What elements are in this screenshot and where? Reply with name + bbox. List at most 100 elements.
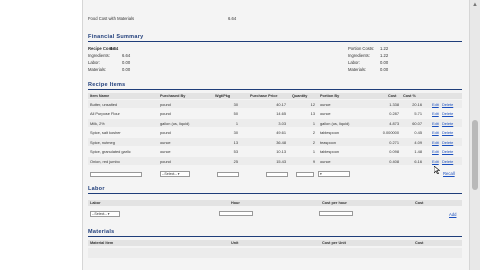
portion-costs-value: 1.22 [380, 46, 389, 51]
recipe-item-purchased-by: pound [160, 111, 171, 116]
scrollbar-thumb[interactable] [472, 120, 478, 190]
recipe-item-row: Milk, 2% gallon (us, liquid) 1 3.03 1 gallon … [88, 119, 462, 127]
recipe-item-cost: 0.408 [389, 158, 399, 164]
materials-value: 0.00 [122, 67, 131, 72]
recipe-item-cost: 4.873 [389, 120, 399, 126]
delete-link[interactable]: Delete [442, 102, 453, 107]
recipe-item-cost-pct: 5.71 [414, 111, 422, 116]
delete-link[interactable]: Delete [442, 121, 453, 126]
recipe-item-cost: 0.287 [389, 111, 399, 116]
recipe-item-quantity: 12 [310, 101, 315, 107]
edit-link[interactable]: Edit [432, 140, 439, 145]
recipe-item-quantity: 2 [312, 139, 315, 145]
col-portion-by: Portion By [320, 94, 340, 98]
delete-link[interactable]: Delete [442, 159, 453, 164]
recipe-item-cost-pct: 20.16 [412, 101, 422, 107]
recipe-item-item-name: Spice, granulated garlic [90, 149, 131, 154]
labor-header [88, 200, 462, 206]
recipe-item-purchase-price: 15.43 [276, 158, 286, 164]
labor-cost-per-hour-input[interactable] [319, 211, 353, 216]
materials-divider [88, 236, 462, 237]
recipe-items-divider [88, 89, 462, 90]
recipe-item-purchased-by: ounce [160, 139, 171, 145]
col-cost-pct: Cost % [403, 94, 416, 98]
food-cost-value: 6.64 [228, 16, 237, 21]
new-item-name-input[interactable] [90, 172, 142, 177]
recipe-item-portion-by: ounce [320, 158, 331, 164]
new-wgt-input[interactable] [217, 172, 239, 177]
materials-label: Materials: [88, 67, 107, 72]
labor-add-link[interactable]: Add [449, 212, 456, 217]
vertical-scrollbar[interactable]: ▲ [470, 0, 480, 270]
recipe-item-cost: 0.000000 [382, 130, 399, 135]
recipe-item-purchase-price: 36.48 [276, 139, 286, 145]
edit-link[interactable]: Edit [432, 111, 439, 116]
delete-link[interactable]: Delete [442, 140, 453, 145]
ingredients-label: Ingredients: [88, 53, 110, 58]
recipe-item-cost-pct: 1.48 [414, 149, 422, 154]
recall-link[interactable]: Recall [443, 171, 455, 176]
recipe-item-wgt-pkg: 30 [233, 101, 238, 107]
recipe-items-title: Recipe Items [88, 82, 126, 88]
recipe-item-row: Spice, nutmeg ounce 13 36.48 2 teaspoon 0.271 4… [88, 138, 462, 146]
recipe-item-wgt-pkg: 25 [233, 158, 238, 164]
recipe-item-row: Onion, red jumbo pound 25 15.43 9 ounce 0.408 6… [88, 157, 462, 165]
delete-link[interactable]: Delete [442, 149, 453, 154]
recipe-item-portion-by: tablespoon [320, 130, 340, 135]
recipe-item-quantity: 1 [312, 149, 315, 154]
recipe-item-row: Spice, granulated garlic ounce 53 10.13 1 tab… [88, 148, 462, 156]
edit-link[interactable]: Edit [432, 159, 439, 164]
food-cost-label: Food Cost with Materials [88, 16, 135, 21]
col-cost: Cost [388, 94, 397, 98]
recipe-item-item-name: Spice, nutmeg [90, 139, 115, 145]
materials-col-item: Material Item [90, 241, 114, 245]
new-purchased-by-value: --Select-- [162, 172, 177, 176]
edit-link[interactable]: Edit [432, 121, 439, 126]
col-purchase-price: Purchase Price [250, 94, 278, 98]
recipe-item-purchased-by: gallon (us, liquid) [160, 120, 190, 126]
labor-select[interactable]: --Select-- ▾ [90, 211, 120, 217]
delete-link[interactable]: Delete [442, 130, 453, 135]
new-quantity-input[interactable] [296, 172, 314, 177]
recipe-item-item-name: Butter, unsalted [90, 101, 118, 107]
edit-link[interactable]: Edit [432, 130, 439, 135]
labor-col-cost-per-hour: Cost per hour [322, 201, 347, 205]
edit-link[interactable]: Edit [432, 149, 439, 154]
edit-link[interactable]: Edit [432, 102, 439, 107]
materials-col-cost-per-unit: Cost per Unit [322, 241, 346, 245]
recipe-item-purchase-price: 14.65 [276, 111, 286, 116]
recipe-item-purchased-by: ounce [160, 149, 171, 154]
labor-hour-input[interactable] [219, 211, 253, 216]
portion-materials-value: 0.00 [380, 67, 389, 72]
recipe-item-wgt-pkg: 30 [233, 130, 238, 135]
labor-select-value: --Select-- [92, 212, 107, 216]
new-portion-by-select[interactable]: ▾ [318, 171, 350, 177]
labor-divider [88, 193, 462, 194]
ingredients-value: 6.64 [122, 53, 131, 58]
materials-col-cost: Cost [415, 241, 424, 245]
recipe-item-item-name: Onion, red jumbo [90, 158, 120, 164]
recipe-item-portion-by: tablespoon [320, 149, 340, 154]
portion-ingredients-value: 1.22 [380, 53, 389, 58]
new-purchased-by-select[interactable]: --Select-- ▾ [160, 171, 190, 177]
new-price-input[interactable] [266, 172, 288, 177]
labor-col-cost: Cost [415, 201, 424, 205]
recipe-item-row: Butter, unsalted pound 30 40.17 12 ounce 1.338… [88, 100, 462, 108]
delete-link[interactable]: Delete [442, 111, 453, 116]
recipe-item-purchase-price: 3.03 [278, 120, 286, 126]
recipe-item-wgt-pkg: 13 [233, 139, 238, 145]
recipe-item-cost-pct: 0.45 [414, 130, 422, 135]
materials-col-unit: Unit [231, 241, 239, 245]
labor-value: 0.00 [122, 60, 131, 65]
labor-label: Labor: [88, 60, 100, 65]
recipe-item-quantity: 9 [312, 158, 315, 164]
recipe-item-purchased-by: pound [160, 130, 171, 135]
recipe-item-cost-pct: 4.09 [414, 139, 422, 145]
portion-materials-label: Materials: [348, 67, 367, 72]
recipe-item-portion-by: gallon (us, liquid) [320, 120, 350, 126]
recipe-item-wgt-pkg: 53 [233, 149, 238, 154]
recipe-item-row: All Purpose Flour pound 50 14.65 13 ounce 0.28… [88, 110, 462, 118]
recipe-item-row: Spice, salt kosher pound 30 49.61 2 tablespoo… [88, 129, 462, 137]
labor-col-labor: Labor [90, 201, 101, 205]
scroll-up-arrow-icon[interactable]: ▲ [472, 2, 478, 8]
